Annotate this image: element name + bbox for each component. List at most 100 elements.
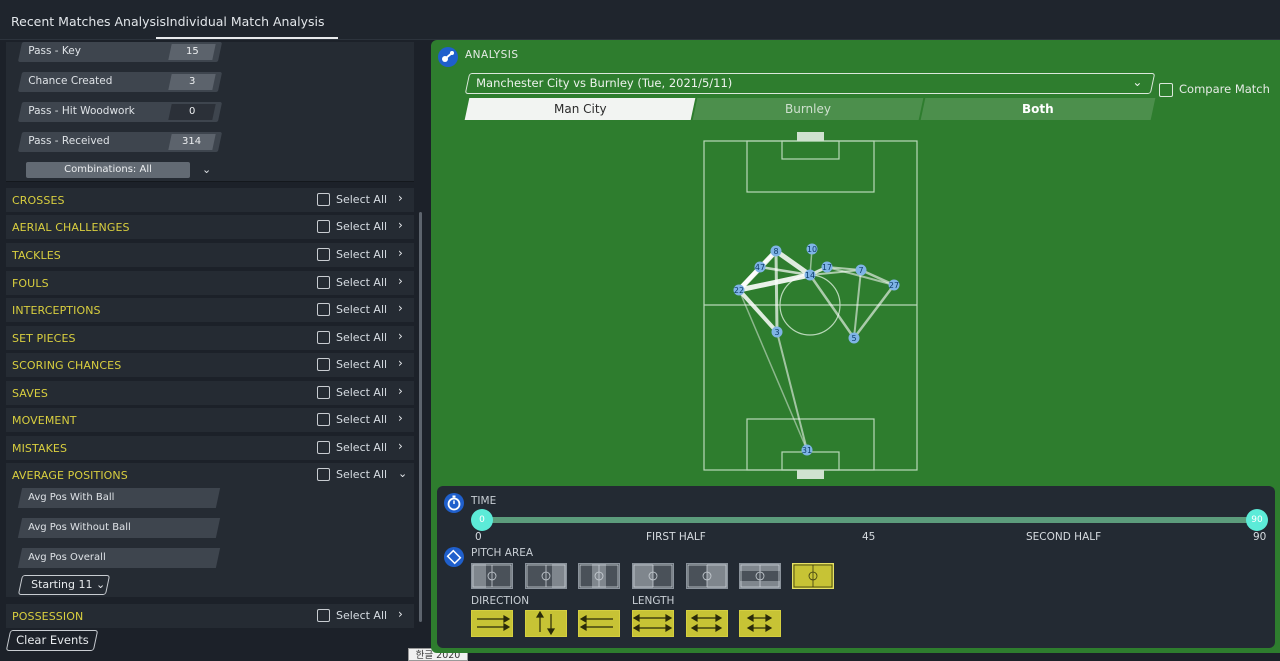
chevron-right-icon[interactable]: › <box>398 607 403 621</box>
length-medium-arrows-icon[interactable] <box>686 610 728 637</box>
metric-pass-hit-woodwork[interactable]: Pass - Hit Woodwork 0 <box>17 102 223 122</box>
metric-pass-received[interactable]: Pass - Received 314 <box>17 132 223 152</box>
time-slider-track[interactable] <box>483 517 1257 523</box>
section-crosses[interactable]: CROSSES Select All › <box>6 188 414 212</box>
section-title: SET PIECES <box>12 332 76 345</box>
player-node[interactable]: 10 <box>806 243 818 255</box>
pitch-area-left-third[interactable] <box>471 563 513 589</box>
tab-recent-matches-analysis[interactable]: Recent Matches Analysis <box>7 14 170 29</box>
pitch-area-left-half[interactable] <box>632 563 674 589</box>
direction-backward-arrows-icon[interactable] <box>578 610 620 637</box>
chevron-down-icon: ⌄ <box>1132 75 1143 89</box>
length-short-arrows-icon[interactable] <box>739 610 781 637</box>
section-average-positions[interactable]: AVERAGE POSITIONS Select All ⌄ <box>6 463 414 487</box>
select-all-checkbox[interactable] <box>317 193 330 206</box>
chevron-right-icon[interactable]: › <box>398 246 403 260</box>
section-title: MISTAKES <box>12 442 68 455</box>
select-all-checkbox[interactable] <box>317 609 330 622</box>
passing-metrics-box: Pass - Key 15 Chance Created 3 Pass - Hi… <box>6 42 414 182</box>
option-label: Avg Pos Without Ball <box>28 522 131 533</box>
team-tab-both[interactable]: Both <box>920 98 1156 120</box>
chevron-right-icon[interactable]: › <box>398 384 403 398</box>
select-all-checkbox[interactable] <box>317 413 330 426</box>
player-node[interactable]: 3 <box>771 326 783 338</box>
time-tick: FIRST HALF <box>646 531 706 543</box>
direction-vertical-arrows-icon[interactable] <box>525 610 567 637</box>
chevron-right-icon[interactable]: › <box>398 191 403 205</box>
pitch-area-flanks[interactable] <box>739 563 781 589</box>
section-aerial-challenges[interactable]: AERIAL CHALLENGES Select All › <box>6 215 414 239</box>
player-node[interactable]: 47 <box>754 261 766 273</box>
select-all-label: Select All <box>336 303 388 316</box>
player-node[interactable]: 31 <box>801 444 813 456</box>
section-set-pieces[interactable]: SET PIECES Select All › <box>6 326 414 350</box>
clear-events-button[interactable]: Clear Events <box>5 630 99 651</box>
select-all-checkbox[interactable] <box>317 468 330 481</box>
match-select-dropdown[interactable]: Manchester City vs Burnley (Tue, 2021/5/… <box>464 73 1156 94</box>
compare-match-checkbox[interactable] <box>1159 83 1173 97</box>
player-node[interactable]: 27 <box>888 279 900 291</box>
chevron-right-icon[interactable]: › <box>398 439 403 453</box>
select-all-checkbox[interactable] <box>317 220 330 233</box>
select-all-checkbox[interactable] <box>317 248 330 261</box>
left-panel-scrollbar[interactable] <box>419 212 422 622</box>
chevron-right-icon[interactable]: › <box>398 356 403 370</box>
chevron-right-icon[interactable]: › <box>398 329 403 343</box>
chevron-down-icon[interactable]: ⌄ <box>202 163 211 176</box>
avg-pos-without-ball-option[interactable]: Avg Pos Without Ball <box>17 518 221 538</box>
select-all-checkbox[interactable] <box>317 276 330 289</box>
svg-text:10: 10 <box>807 245 817 254</box>
team-tab-man-city[interactable]: Man City <box>464 98 696 120</box>
select-all-checkbox[interactable] <box>317 441 330 454</box>
pitch-area-right-third[interactable] <box>525 563 567 589</box>
direction-forward-arrows-icon[interactable] <box>471 610 513 637</box>
player-node[interactable]: 17 <box>821 261 833 273</box>
time-slider-end-handle[interactable]: 90 <box>1246 509 1268 531</box>
pitch-area-middle-third[interactable] <box>578 563 620 589</box>
svg-text:27: 27 <box>889 281 899 290</box>
player-node[interactable]: 5 <box>848 332 860 344</box>
chevron-right-icon[interactable]: › <box>398 411 403 425</box>
stopwatch-icon <box>444 493 464 513</box>
metric-label: Pass - Key <box>28 45 81 57</box>
section-tackles[interactable]: TACKLES Select All › <box>6 243 414 267</box>
section-interceptions[interactable]: INTERCEPTIONS Select All › <box>6 298 414 322</box>
section-movement[interactable]: MOVEMENT Select All › <box>6 408 414 432</box>
combinations-dropdown[interactable]: Combinations: All <box>26 162 190 178</box>
chevron-down-icon[interactable]: ⌄ <box>398 467 407 480</box>
select-all-checkbox[interactable] <box>317 358 330 371</box>
section-title: AERIAL CHALLENGES <box>12 221 130 234</box>
dropdown-label: Starting 11 <box>31 578 93 591</box>
section-possession[interactable]: POSSESSION Select All › <box>6 604 414 628</box>
team-tab-burnley[interactable]: Burnley <box>692 98 924 120</box>
player-node[interactable]: 8 <box>770 245 782 257</box>
direction-label: DIRECTION <box>471 595 530 607</box>
select-all-label: Select All <box>336 276 388 289</box>
player-node[interactable]: 14 <box>804 269 816 281</box>
select-all-checkbox[interactable] <box>317 303 330 316</box>
select-all-label: Select All <box>336 441 388 454</box>
tab-individual-match-analysis[interactable]: Individual Match Analysis <box>155 14 339 39</box>
analysis-icon <box>438 47 458 67</box>
pitch-area-whole-pitch[interactable] <box>792 563 834 589</box>
select-all-checkbox[interactable] <box>317 386 330 399</box>
pitch-area-right-half[interactable] <box>686 563 728 589</box>
starting-eleven-dropdown[interactable]: Starting 11 ⌄ <box>17 575 111 595</box>
time-slider-start-handle[interactable]: 0 <box>471 509 493 531</box>
avg-pos-with-ball-option[interactable]: Avg Pos With Ball <box>17 488 221 508</box>
section-saves[interactable]: SAVES Select All › <box>6 381 414 405</box>
section-mistakes[interactable]: MISTAKES Select All › <box>6 436 414 460</box>
player-node[interactable]: 22 <box>733 284 745 296</box>
length-long-arrows-icon[interactable] <box>632 610 674 637</box>
section-fouls[interactable]: FOULS Select All › <box>6 271 414 295</box>
chevron-right-icon[interactable]: › <box>398 218 403 232</box>
select-all-checkbox[interactable] <box>317 331 330 344</box>
metric-chance-created[interactable]: Chance Created 3 <box>17 72 223 92</box>
player-node[interactable]: 7 <box>855 264 867 276</box>
chevron-right-icon[interactable]: › <box>398 274 403 288</box>
avg-pos-overall-option[interactable]: Avg Pos Overall <box>17 548 221 568</box>
metric-pass-key[interactable]: Pass - Key 15 <box>17 42 223 62</box>
section-scoring-chances[interactable]: SCORING CHANCES Select All › <box>6 353 414 377</box>
svg-text:14: 14 <box>805 271 815 280</box>
chevron-right-icon[interactable]: › <box>398 301 403 315</box>
